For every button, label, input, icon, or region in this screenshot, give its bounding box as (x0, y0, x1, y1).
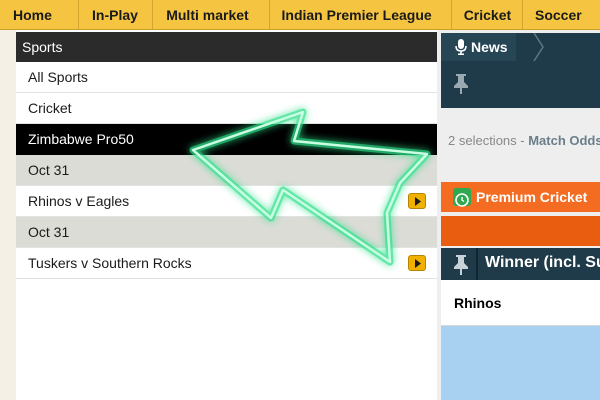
chevron-right-icon[interactable] (408, 193, 426, 209)
nav-cricket[interactable]: Cricket (452, 0, 523, 29)
sidebar-item-cricket[interactable]: Cricket (16, 93, 437, 124)
market-header: Winner (incl. Super Over) (441, 248, 600, 280)
nav-in-play[interactable]: In-Play (79, 0, 154, 29)
event-tuskers-v-southern-rocks[interactable]: Tuskers v Southern Rocks (16, 248, 437, 279)
chevron-right-icon (533, 33, 544, 61)
pinned-markets-bar (441, 61, 600, 108)
sidebar-item-label: Zimbabwe Pro50 (28, 131, 134, 147)
sidebar-item-label: All Sports (28, 69, 88, 85)
news-label: News (471, 39, 508, 55)
event-label: Tuskers v Southern Rocks (28, 255, 192, 271)
pin-icon[interactable] (452, 254, 470, 276)
clock-icon (453, 188, 471, 207)
date-header: Oct 31 (16, 155, 437, 186)
market-title: Winner (incl. Super Over) (485, 254, 600, 271)
runner-name: Rhinos (454, 295, 502, 311)
date-header: Oct 31 (16, 217, 437, 248)
nav-multi-market[interactable]: Multi market (153, 0, 270, 29)
left-gutter (0, 30, 16, 400)
event-rhinos-v-eagles[interactable]: Rhinos v Eagles (16, 186, 437, 217)
selections-summary: 2 selections - Match Odds (448, 133, 600, 148)
news-tab[interactable]: News (441, 33, 516, 61)
sidebar-item-all-sports[interactable]: All Sports (16, 62, 437, 93)
chevron-right-icon[interactable] (408, 255, 426, 271)
pin-icon[interactable] (452, 73, 470, 95)
sports-sidebar: Sports All Sports Cricket Zimbabwe Pro50… (16, 32, 437, 400)
premium-label: Premium Cricket (476, 189, 588, 205)
header-divider (476, 248, 478, 280)
sidebar-item-label: Cricket (28, 100, 72, 116)
selections-count: 2 selections - (448, 133, 529, 148)
premium-tab-band (441, 216, 600, 246)
premium-cricket-tab[interactable]: Premium Cricket (441, 182, 600, 212)
back-odds-area[interactable] (441, 326, 600, 400)
sidebar-header: Sports (16, 32, 437, 62)
top-navigation: Home In-Play Multi market Indian Premier… (0, 0, 600, 30)
news-bar: News (441, 33, 600, 61)
nav-indian-premier-league[interactable]: Indian Premier League (270, 0, 452, 29)
event-label: Rhinos v Eagles (28, 193, 130, 209)
nav-home[interactable]: Home (0, 0, 79, 29)
nav-soccer[interactable]: Soccer (523, 0, 600, 29)
date-label: Oct 31 (28, 162, 70, 178)
sidebar-item-zimbabwe-pro50[interactable]: Zimbabwe Pro50 (16, 124, 437, 155)
runner-row: Rhinos (441, 280, 600, 326)
microphone-icon (455, 39, 467, 55)
date-label: Oct 31 (28, 224, 70, 240)
selections-market[interactable]: Match Odds (528, 133, 600, 148)
